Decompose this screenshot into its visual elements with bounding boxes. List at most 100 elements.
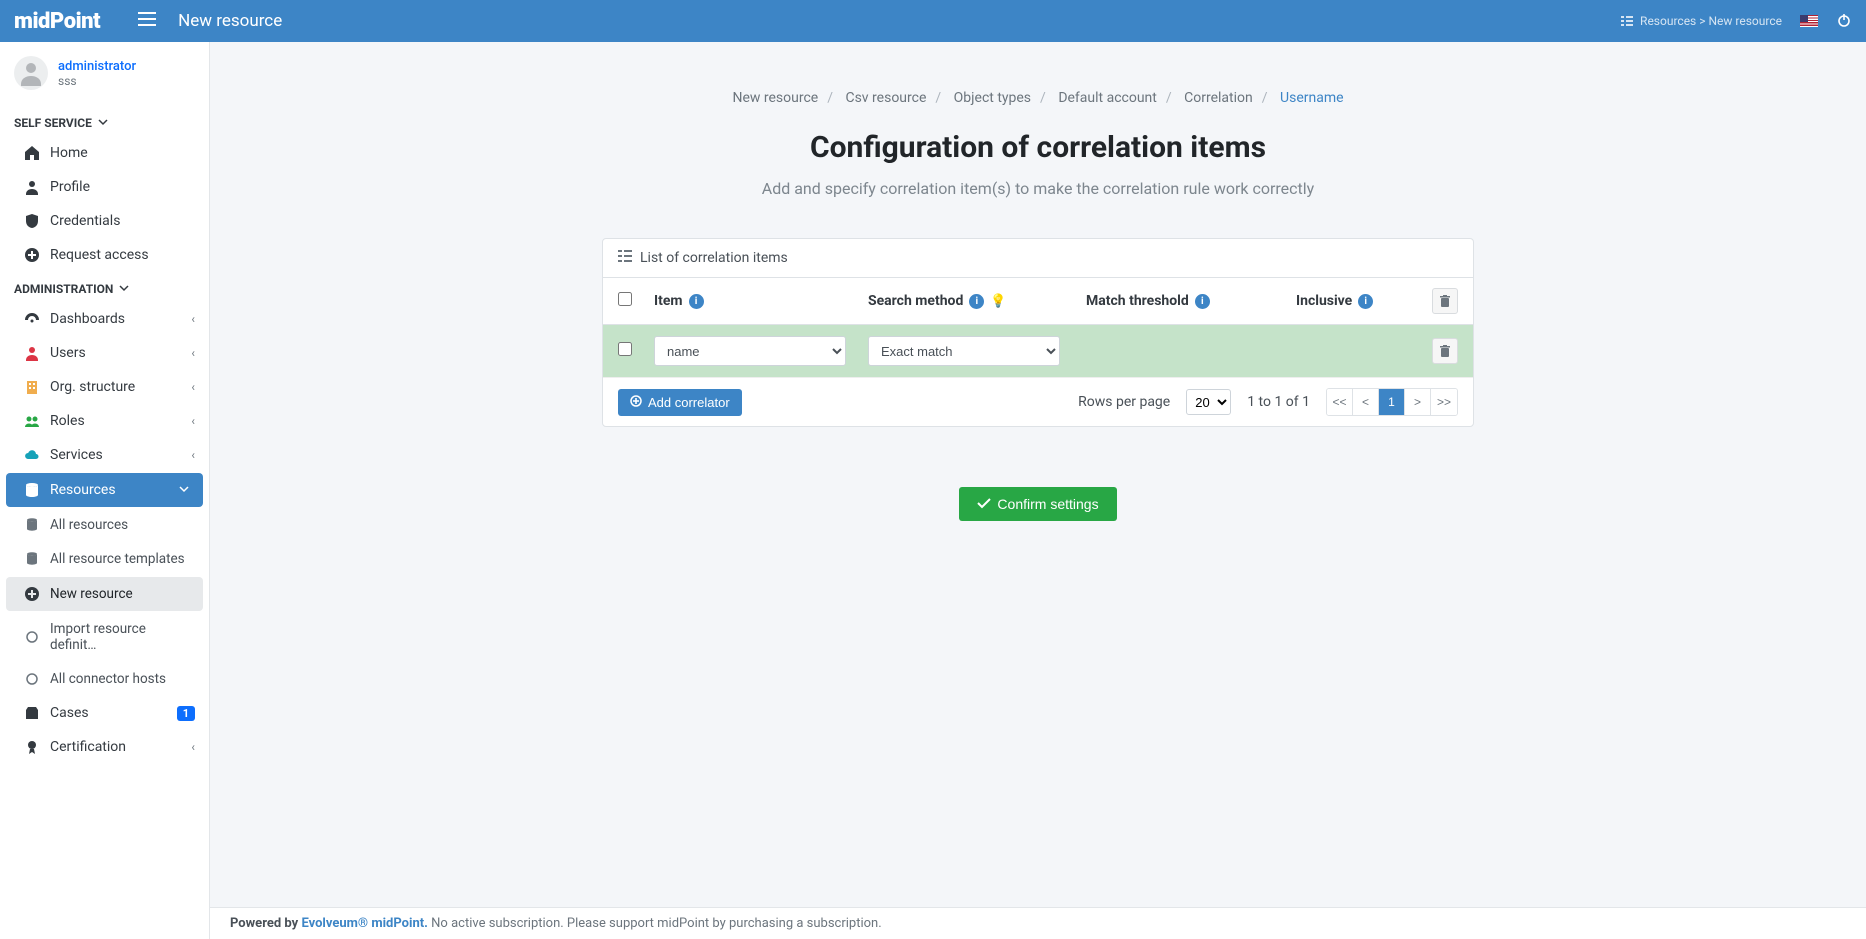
crumb-object-types[interactable]: Object types — [952, 90, 1033, 106]
top-bar: midPoint New resource Resources > New re… — [0, 0, 1866, 42]
list-icon — [618, 250, 632, 266]
pagination: << < 1 > >> — [1326, 388, 1458, 416]
search-method-select[interactable]: Exact match — [868, 336, 1060, 366]
user-red-icon — [24, 345, 40, 361]
database-icon — [24, 482, 40, 498]
info-icon[interactable]: i — [1195, 294, 1210, 309]
database-icon — [24, 517, 40, 533]
database-icon — [24, 551, 40, 567]
sidebar-item-all-templates[interactable]: All resource templates — [0, 542, 209, 576]
page-last[interactable]: >> — [1431, 389, 1457, 415]
menu-toggle[interactable] — [138, 12, 156, 30]
plus-icon — [630, 395, 642, 410]
home-icon — [24, 145, 40, 161]
card-footer: Add correlator Rows per page 20 1 to 1 o… — [603, 377, 1473, 426]
trash-icon — [1439, 295, 1451, 308]
gauge-icon — [24, 311, 40, 327]
page-footer: Powered by Evolveum® midPoint. No active… — [210, 907, 1866, 939]
crumb-default-account[interactable]: Default account — [1056, 90, 1159, 106]
col-threshold: Match threshold — [1086, 293, 1189, 309]
col-search: Search method — [868, 293, 963, 309]
hamburger-icon — [138, 12, 156, 26]
sidebar-item-resources[interactable]: Resources — [6, 473, 203, 507]
select-all-checkbox[interactable] — [618, 292, 632, 306]
correlation-card: List of correlation items Itemi Search m… — [602, 238, 1474, 427]
cert-icon — [24, 739, 40, 755]
sidebar-item-all-hosts[interactable]: All connector hosts — [0, 662, 209, 696]
col-inclusive: Inclusive — [1296, 293, 1352, 309]
page-number[interactable]: 1 — [1379, 389, 1405, 415]
page-next[interactable]: > — [1405, 389, 1431, 415]
footer-brand-link[interactable]: Evolveum® midPoint. — [301, 916, 427, 931]
info-icon[interactable]: i — [1358, 294, 1373, 309]
sidebar-item-services[interactable]: Services ‹ — [0, 438, 209, 472]
topbar-title: New resource — [178, 11, 282, 31]
user-role: sss — [58, 74, 136, 88]
sidebar-item-certification[interactable]: Certification ‹ — [0, 730, 209, 764]
chevron-left-icon: ‹ — [191, 380, 195, 394]
sidebar-item-credentials[interactable]: Credentials — [0, 204, 209, 238]
power-button[interactable] — [1836, 12, 1852, 31]
chevron-down-icon — [179, 483, 189, 497]
sidebar-item-org[interactable]: Org. structure ‹ — [0, 370, 209, 404]
username[interactable]: administrator — [58, 59, 136, 74]
crumb-correlation[interactable]: Correlation — [1182, 90, 1255, 106]
roles-icon — [24, 413, 40, 429]
rows-per-page-select[interactable]: 20 — [1186, 389, 1231, 415]
sidebar-item-new-resource[interactable]: New resource — [6, 577, 203, 611]
trash-icon — [1439, 345, 1451, 358]
circle-icon — [24, 629, 40, 645]
breadcrumb-top-resources[interactable]: Resources — [1640, 14, 1696, 28]
col-item: Item — [654, 293, 683, 309]
row-checkbox[interactable] — [618, 342, 632, 356]
check-icon — [977, 496, 991, 512]
chevron-left-icon: ‹ — [191, 346, 195, 360]
crumb-new-resource[interactable]: New resource — [730, 90, 820, 106]
building-icon — [24, 379, 40, 395]
page-first[interactable]: << — [1327, 389, 1353, 415]
plus-circle-icon — [24, 586, 40, 602]
page-prev[interactable]: < — [1353, 389, 1379, 415]
circle-icon — [24, 671, 40, 687]
flag-icon[interactable] — [1800, 15, 1818, 27]
logo: midPoint — [14, 9, 100, 34]
breadcrumb: New resource/ Csv resource/ Object types… — [234, 90, 1842, 106]
user-block: administrator sss — [0, 56, 209, 106]
chevron-left-icon: ‹ — [191, 448, 195, 462]
table-header: Itemi Search methodi💡 Match thresholdi I… — [603, 278, 1473, 325]
profile-icon — [24, 179, 40, 195]
main-content: New resource/ Csv resource/ Object types… — [210, 42, 1866, 939]
info-icon[interactable]: i — [689, 294, 704, 309]
cases-badge: 1 — [177, 706, 195, 721]
user-icon — [14, 56, 48, 90]
info-icon[interactable]: i — [969, 294, 984, 309]
delete-header-button[interactable] — [1432, 288, 1458, 314]
sidebar-item-profile[interactable]: Profile — [0, 170, 209, 204]
crumb-csv[interactable]: Csv resource — [843, 90, 928, 106]
chevron-left-icon: ‹ — [191, 312, 195, 326]
delete-row-button[interactable] — [1432, 338, 1458, 364]
section-administration[interactable]: ADMINISTRATION — [0, 272, 209, 302]
sidebar-item-dashboards[interactable]: Dashboards ‹ — [0, 302, 209, 336]
rows-per-page-label: Rows per page — [1078, 394, 1170, 410]
bulb-icon[interactable]: 💡 — [990, 294, 1006, 309]
page-subtitle: Add and specify correlation item(s) to m… — [234, 179, 1842, 198]
section-self-service[interactable]: SELF SERVICE — [0, 106, 209, 136]
sidebar-item-import-def[interactable]: Import resource definit… — [0, 612, 209, 662]
sidebar-item-all-resources[interactable]: All resources — [0, 508, 209, 542]
sidebar-item-users[interactable]: Users ‹ — [0, 336, 209, 370]
sidebar-item-roles[interactable]: Roles ‹ — [0, 404, 209, 438]
chevron-left-icon: ‹ — [191, 414, 195, 428]
sidebar-item-home[interactable]: Home — [0, 136, 209, 170]
plus-circle-icon — [24, 247, 40, 263]
item-select[interactable]: name — [654, 336, 846, 366]
sidebar-item-request-access[interactable]: Request access — [0, 238, 209, 272]
sidebar-item-cases[interactable]: Cases 1 — [0, 696, 209, 730]
cloud-icon — [24, 447, 40, 463]
card-header: List of correlation items — [603, 239, 1473, 278]
power-icon — [1836, 12, 1852, 28]
add-correlator-button[interactable]: Add correlator — [618, 389, 742, 416]
breadcrumb-top-new: New resource — [1709, 14, 1783, 28]
confirm-settings-button[interactable]: Confirm settings — [959, 487, 1116, 521]
crumb-username: Username — [1278, 90, 1346, 106]
